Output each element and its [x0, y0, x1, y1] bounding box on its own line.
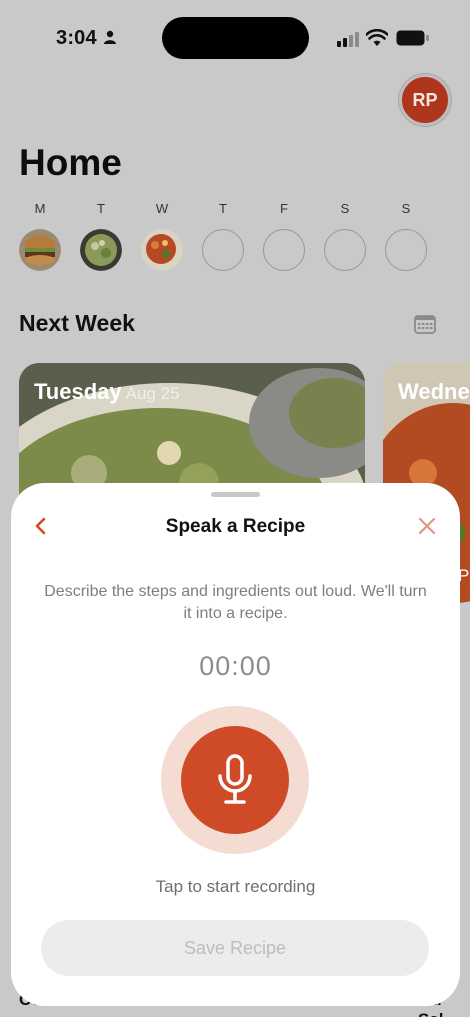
week-strip: M T W T F S S [19, 200, 439, 274]
battery-icon [396, 30, 430, 51]
card-day: Wedne [398, 379, 470, 404]
avatar[interactable]: RP [399, 74, 451, 126]
sheet-description: Describe the steps and ingredients out l… [44, 583, 427, 622]
day-letter: T [97, 201, 105, 216]
card-title: Wedne [398, 379, 470, 405]
mic-button-halo [161, 706, 309, 854]
person-icon [103, 30, 117, 49]
card-day: Tuesday [34, 379, 122, 404]
day-sunday[interactable]: S [385, 200, 427, 271]
day-monday[interactable]: M [19, 200, 61, 271]
wifi-icon [365, 28, 389, 52]
dynamic-island [162, 17, 309, 59]
recording-hint: Tap to start recording [155, 877, 316, 896]
status-time: 3:04 [56, 27, 97, 49]
day-letter: M [34, 201, 46, 216]
empty-day-circle[interactable] [202, 229, 244, 271]
day-letter: F [280, 201, 288, 216]
meal-thumbnail-chicken[interactable] [141, 229, 183, 271]
day-letter: W [155, 201, 169, 216]
calendar-icon[interactable] [414, 314, 436, 339]
meal-thumbnail-salad[interactable] [80, 229, 122, 271]
day-letter: S [340, 201, 350, 216]
speak-recipe-sheet: Speak a Recipe Describe the steps and in… [11, 483, 460, 1006]
card-date: Aug 25 [125, 384, 180, 403]
sheet-grabber[interactable] [211, 492, 260, 497]
close-button[interactable] [415, 514, 439, 538]
empty-day-circle[interactable] [324, 229, 366, 271]
day-saturday[interactable]: S [324, 200, 366, 271]
cellular-signal-icon [337, 31, 359, 52]
day-wednesday[interactable]: W [141, 200, 183, 271]
card-title: Tuesday Aug 25 [34, 379, 180, 405]
meal-thumbnail-burger[interactable] [19, 229, 61, 271]
close-icon [418, 517, 436, 535]
empty-day-circle[interactable] [263, 229, 305, 271]
day-friday[interactable]: F [263, 200, 305, 271]
microphone-icon [218, 754, 252, 804]
status-bar: 3:04 [0, 0, 470, 70]
record-button[interactable] [181, 726, 289, 834]
empty-day-circle[interactable] [385, 229, 427, 271]
recording-timer: 00:00 [199, 651, 272, 681]
section-title-next-week: Next Week [19, 310, 135, 336]
day-letter: S [401, 201, 411, 216]
day-letter: T [219, 201, 227, 216]
day-thursday[interactable]: T [202, 200, 244, 271]
day-tuesday[interactable]: T [80, 200, 122, 271]
save-recipe-button[interactable]: Save Recipe [41, 920, 429, 976]
sheet-title: Speak a Recipe [165, 516, 306, 537]
page-title: Home [19, 142, 122, 183]
